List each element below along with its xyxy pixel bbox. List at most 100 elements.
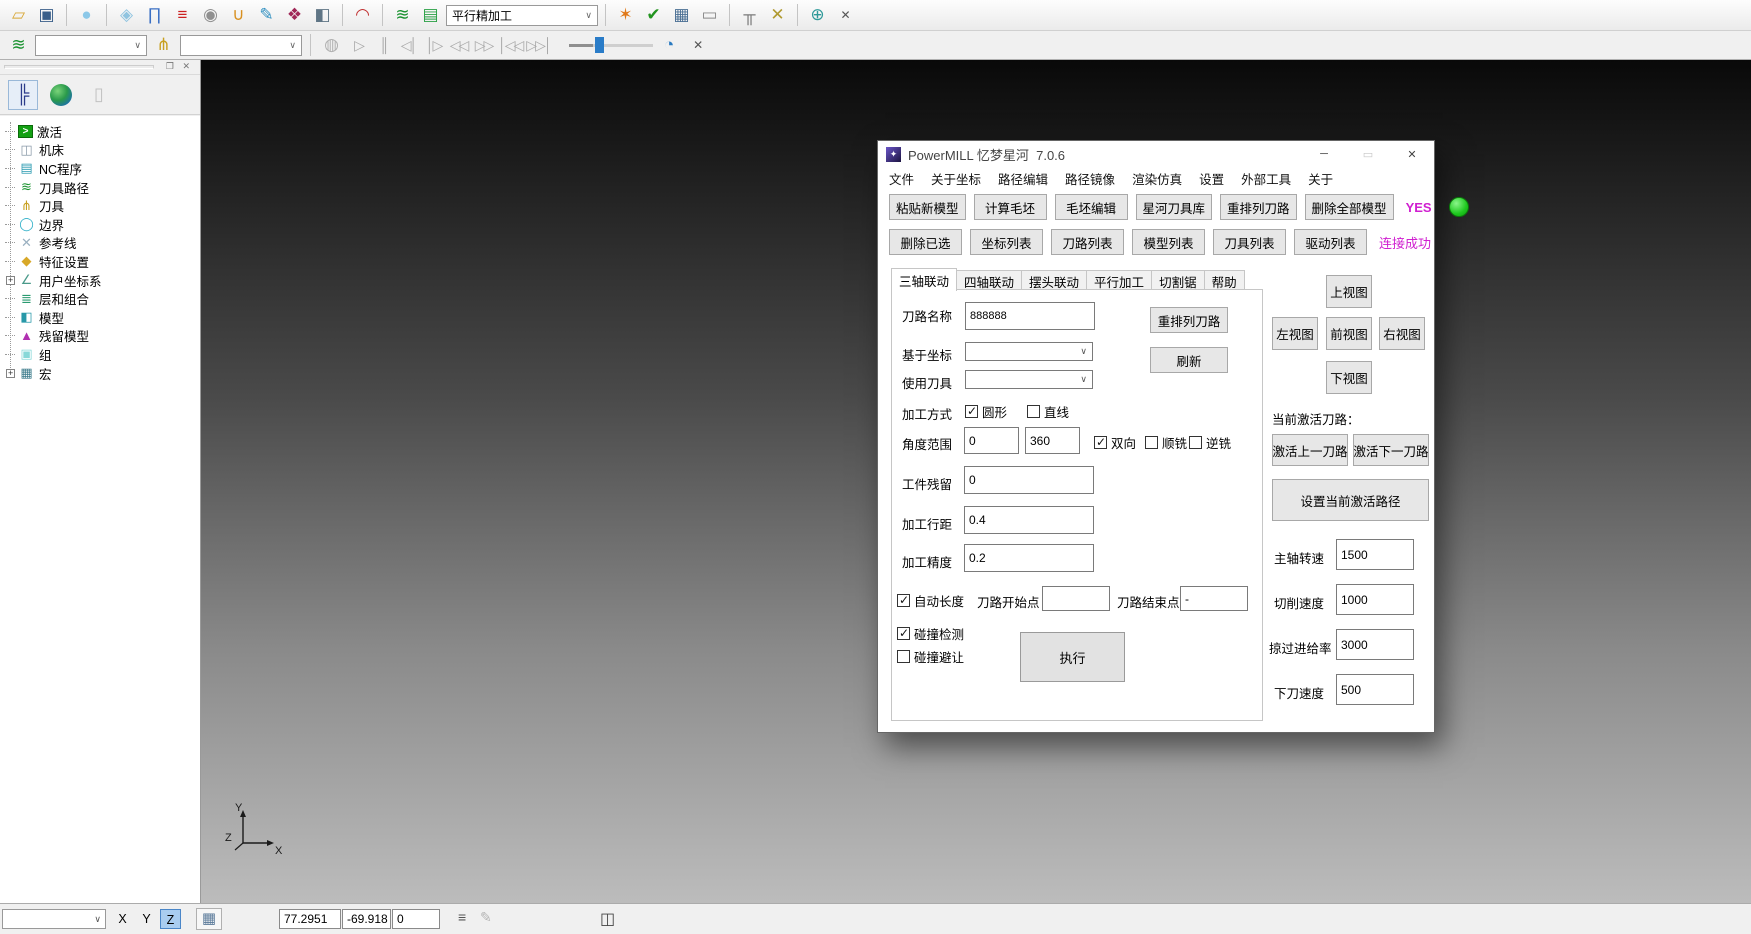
toolpath-list-button[interactable]: 刀路列表 xyxy=(1051,229,1124,255)
stepover-input[interactable] xyxy=(964,506,1094,534)
workplane-select[interactable]: ∨ xyxy=(2,909,106,929)
tree-item-nc-programs[interactable]: ▤NC程序 xyxy=(0,159,200,178)
set-active-path-button[interactable]: 设置当前激活路径 xyxy=(1272,479,1429,521)
ruler-icon[interactable]: ▭ xyxy=(697,3,722,28)
rearrange-toolpath-button[interactable]: 重排列刀路 xyxy=(1220,194,1297,220)
tree-item-toolpaths[interactable]: ≋刀具路径 xyxy=(0,178,200,197)
angle-from-input[interactable] xyxy=(964,427,1019,454)
auto-length-checkbox[interactable]: 自动长度 xyxy=(897,591,964,610)
expand-icon[interactable] xyxy=(6,369,15,378)
rapid-moves-icon[interactable]: ∏ xyxy=(142,3,167,28)
fast-forward-button[interactable]: ▷▷ xyxy=(473,37,494,54)
skim-feed-input[interactable] xyxy=(1336,629,1414,660)
cutting-speed-input[interactable] xyxy=(1336,584,1414,615)
model-list-button[interactable]: 模型列表 xyxy=(1132,229,1205,255)
plunge-feed-input[interactable] xyxy=(1336,674,1414,705)
end-point-input[interactable] xyxy=(1180,586,1248,611)
tree-item-boundaries[interactable]: ◯边界 xyxy=(0,215,200,234)
dialog-titlebar[interactable]: ✦ PowerMILL 忆梦星河 7.0.6 ─ ▭ ✕ xyxy=(878,141,1434,167)
menu-file[interactable]: 文件 xyxy=(889,169,914,188)
stock-model-icon[interactable]: ◧ xyxy=(310,3,335,28)
menu-path-edit[interactable]: 路径编辑 xyxy=(998,169,1048,188)
checkbox-box[interactable] xyxy=(897,627,910,640)
axis-x-button[interactable]: X xyxy=(112,909,133,929)
axis-z-button[interactable]: Z xyxy=(160,909,181,929)
drive-list-button[interactable]: 驱动列表 xyxy=(1294,229,1367,255)
simulation-speed-slider[interactable] xyxy=(569,36,653,54)
pattern-icon[interactable]: ✎ xyxy=(254,3,279,28)
bidirectional-checkbox[interactable]: 双向 xyxy=(1094,433,1136,452)
slider-handle[interactable] xyxy=(595,37,604,53)
expand-icon[interactable] xyxy=(6,276,15,285)
tree-view-icon[interactable]: ╠ xyxy=(8,80,38,110)
stock-allowance-input[interactable] xyxy=(964,466,1094,494)
view-top-button[interactable]: 上视图 xyxy=(1326,275,1372,308)
tree-item-patterns[interactable]: ✕参考线 xyxy=(0,234,200,253)
float-panel-icon[interactable]: ❐ xyxy=(166,61,174,72)
menu-path-mirror[interactable]: 路径镜像 xyxy=(1065,169,1115,188)
boundary-icon[interactable]: ∪ xyxy=(226,3,251,28)
angle-to-input[interactable] xyxy=(1025,427,1080,454)
delete-all-models-button[interactable]: 删除全部模型 xyxy=(1305,194,1394,220)
tab-3axis[interactable]: 三轴联动 xyxy=(891,268,957,291)
toolpath-name-input[interactable] xyxy=(965,302,1095,330)
menu-settings[interactable]: 设置 xyxy=(1199,169,1224,188)
rewind-button[interactable]: ◁◁ xyxy=(448,37,469,54)
collision-avoid-checkbox[interactable]: 碰撞避让 xyxy=(897,647,964,666)
list-icon[interactable]: ≡ xyxy=(458,909,466,925)
tool-select[interactable]: ∨ xyxy=(180,35,302,56)
play-button[interactable]: ▷ xyxy=(348,37,369,54)
menu-external-tools[interactable]: 外部工具 xyxy=(1241,169,1291,188)
refresh-button[interactable]: 刷新 xyxy=(1150,347,1228,373)
maximize-icon[interactable]: ▭ xyxy=(1346,141,1390,167)
clock-icon[interactable]: ◔ xyxy=(657,33,682,58)
toolpath-verify-icon[interactable]: ✔ xyxy=(641,3,666,28)
menu-render-sim[interactable]: 渲染仿真 xyxy=(1132,169,1182,188)
collision-check-icon[interactable]: ✶ xyxy=(613,3,638,28)
tool-library-button[interactable]: 星河刀具库 xyxy=(1136,194,1213,220)
line-checkbox[interactable]: 直线 xyxy=(1027,402,1069,421)
menu-coords[interactable]: 关于坐标 xyxy=(931,169,981,188)
save-project-icon[interactable]: ▣ xyxy=(34,3,59,28)
tree-item-feature-sets[interactable]: ◆特征设置 xyxy=(0,252,200,271)
tool-ball-icon[interactable]: ◉ xyxy=(198,3,223,28)
step-forward-button[interactable]: │▷ xyxy=(423,37,444,54)
climb-checkbox[interactable]: 顺铣 xyxy=(1145,433,1187,452)
cylinders-icon[interactable]: ⊕ xyxy=(805,3,830,28)
use-tool-select[interactable]: ∨ xyxy=(965,370,1093,389)
close-icon[interactable]: ✕ xyxy=(1390,141,1434,167)
coord-y-field[interactable]: -69.918 xyxy=(342,909,391,929)
toolpath-icon[interactable]: ≋ xyxy=(390,3,415,28)
tool-change-icon[interactable]: ╥ xyxy=(737,3,762,28)
axis-swap-icon[interactable]: ✕ xyxy=(765,3,790,28)
checkbox-box[interactable] xyxy=(1027,405,1040,418)
checkbox-box[interactable] xyxy=(1145,436,1158,449)
view-right-button[interactable]: 右视图 xyxy=(1379,317,1425,350)
compute-block-button[interactable]: 计算毛坯 xyxy=(974,194,1047,220)
tree-item-macros[interactable]: ▦宏 xyxy=(0,364,200,383)
checkbox-box[interactable] xyxy=(1189,436,1202,449)
view-left-button[interactable]: 左视图 xyxy=(1272,317,1318,350)
print-icon[interactable]: ● xyxy=(74,3,99,28)
tool-holder-icon[interactable]: ◠ xyxy=(350,3,375,28)
tree-item-levels[interactable]: ≣层和组合 xyxy=(0,289,200,308)
tab-saw[interactable]: 切割锯 xyxy=(1151,270,1205,291)
step-back-button[interactable]: ◁│ xyxy=(398,37,419,54)
tree-item-models[interactable]: ◧模型 xyxy=(0,308,200,327)
menu-about[interactable]: 关于 xyxy=(1308,169,1333,188)
grid-icon[interactable]: ▦ xyxy=(196,908,222,930)
delete-selected-button[interactable]: 删除已选 xyxy=(889,229,962,255)
tree-item-active[interactable]: >激活 xyxy=(0,122,200,141)
minimize-icon[interactable]: ─ xyxy=(1302,141,1346,167)
checkbox-box[interactable] xyxy=(897,594,910,607)
block-edit-button[interactable]: 毛坯编辑 xyxy=(1055,194,1128,220)
conventional-checkbox[interactable]: 逆铣 xyxy=(1189,433,1231,452)
feed-rate-icon[interactable]: ≡ xyxy=(170,3,195,28)
circle-checkbox[interactable]: 圆形 xyxy=(965,402,1007,421)
close-panel-icon[interactable]: ✕ xyxy=(182,61,190,72)
block-icon[interactable]: ◈ xyxy=(114,3,139,28)
tab-help[interactable]: 帮助 xyxy=(1204,270,1245,291)
rearrange-button[interactable]: 重排列刀路 xyxy=(1150,307,1228,333)
tree-item-groups[interactable]: ▣组 xyxy=(0,345,200,364)
view-bottom-button[interactable]: 下视图 xyxy=(1326,361,1372,394)
